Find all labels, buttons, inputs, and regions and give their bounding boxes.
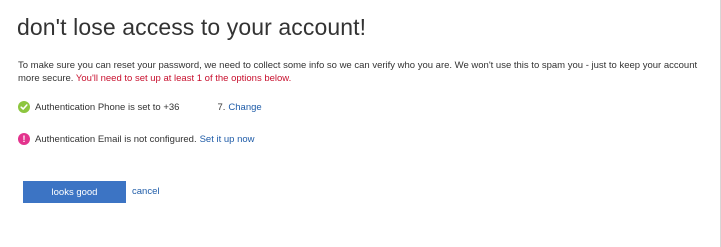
setup-email-link[interactable]: Set it up now [200, 134, 255, 145]
page: don't lose access to your account! To ma… [0, 0, 721, 247]
auth-phone-row: Authentication Phone is set to +36 7. Ch… [18, 100, 262, 114]
auth-email-label: Authentication Email is not configured. [35, 133, 197, 145]
looks-good-button[interactable]: looks good [23, 181, 126, 203]
intro-warning: You'll need to set up at least 1 of the … [75, 73, 292, 84]
change-phone-link[interactable]: Change [228, 102, 261, 113]
exclamation-icon: ! [18, 133, 30, 145]
intro-text: To make sure you can reset your password… [18, 59, 708, 85]
auth-phone-suffix: 7. [217, 101, 226, 113]
auth-email-row: ! Authentication Email is not configured… [18, 132, 255, 146]
checkmark-icon [18, 101, 30, 113]
cancel-link[interactable]: cancel [132, 186, 159, 197]
auth-phone-label: Authentication Phone is set to +36 [35, 101, 180, 113]
page-title: don't lose access to your account! [17, 14, 367, 40]
